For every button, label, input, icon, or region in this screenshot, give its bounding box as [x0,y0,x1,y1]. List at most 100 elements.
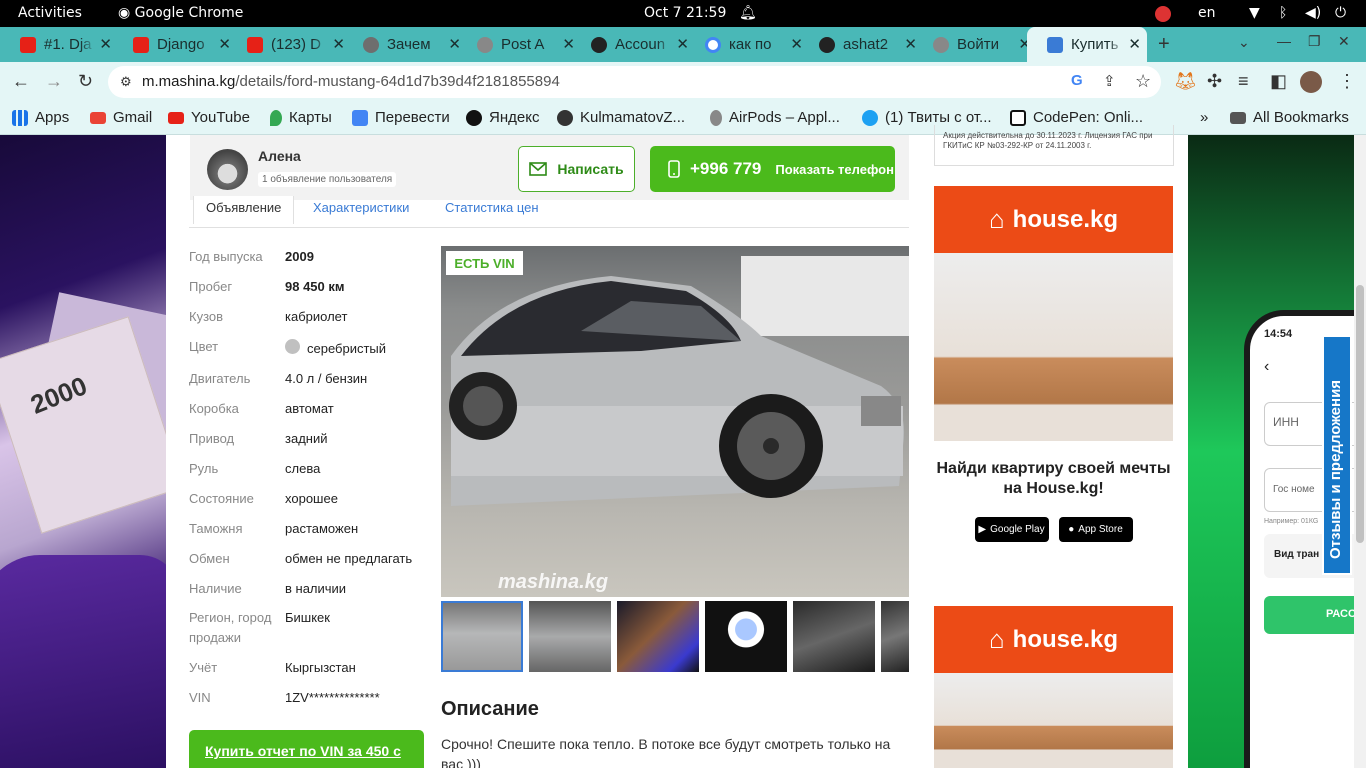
bookmark-apps[interactable]: Apps [12,109,69,126]
thumbnail-4[interactable] [705,601,787,672]
tab-listing[interactable]: Объявление [193,196,295,224]
yandex-icon [466,109,482,126]
tab-active-mashina[interactable]: Купить ✕ [1027,27,1147,62]
vin-badge: ЕСТЬ VIN [446,251,523,275]
thumbnail-5[interactable] [793,601,875,672]
write-message-button[interactable]: Написать [518,146,635,192]
chrome-app-menu[interactable]: ◉ Google Chrome [118,5,243,21]
tab-3[interactable]: (123) D ✕ [227,27,351,62]
bookmark-label: CodePen: Onli... [1033,109,1144,126]
activities-button[interactable]: Activities [18,5,82,21]
tab-8[interactable]: ashat2 ✕ [799,27,923,62]
tab-4[interactable]: Зачем ✕ [343,27,467,62]
new-tab-icon[interactable]: + [1158,33,1170,56]
site-info-icon[interactable]: ⚙ [120,74,132,90]
reading-list-icon[interactable]: ≡ [1238,71,1249,92]
feedback-tab[interactable]: Отзывы и предложения [1322,335,1352,575]
tab-price-stats[interactable]: Статистика цен [445,200,539,215]
tab-5[interactable]: Post A ✕ [457,27,581,62]
tab-fade [429,27,445,62]
color-swatch [285,339,300,354]
close-window-icon[interactable]: ✕ [1338,33,1350,50]
seller-avatar[interactable] [207,149,248,190]
forward-icon[interactable]: → [45,71,63,92]
clock[interactable]: Oct 7 21:59 [644,5,726,21]
bookmark-yandex[interactable]: Яндекс [466,109,539,126]
share-icon[interactable]: ⇪ [1103,72,1116,90]
close-tab-icon[interactable]: ✕ [99,35,112,53]
close-tab-icon[interactable]: ✕ [1128,35,1141,53]
reload-icon[interactable]: ↻ [78,71,93,92]
google-lens-icon[interactable]: G [1071,72,1083,89]
thumbnail-1[interactable] [441,601,523,672]
all-bookmarks-folder[interactable]: All Bookmarks [1230,109,1349,126]
bookmark-codepen[interactable]: CodePen: Onli... [1010,109,1143,126]
tab-6[interactable]: Accoun ✕ [571,27,695,62]
show-phone-button[interactable]: +996 779 Показать телефон [650,146,895,192]
bookmark-apple[interactable]: AirPods – Appl... [710,109,840,126]
bookmark-twitter[interactable]: (1) Твиты с от... [862,109,992,126]
bookmark-translate[interactable]: Перевести [352,109,450,126]
phone-number-prefix: +996 779 [690,159,762,178]
seller-listing-count[interactable]: 1 объявление пользователя [258,172,397,187]
thumbnail-3[interactable] [617,601,699,672]
profile-avatar[interactable] [1300,71,1322,93]
family-photo [934,253,1173,441]
apps-grid-icon [12,109,28,126]
tab-favicon-icon [20,36,36,53]
tab-1[interactable]: #1. Dja ✕ [0,27,118,62]
envelope-icon [529,162,548,176]
spec-value: Кыргызстан [285,660,356,675]
buy-vin-report-button[interactable]: Купить отчет по VIN за 450 с [189,730,424,768]
house-kg-brand: house.kg [1012,625,1119,653]
seller-name[interactable]: Алена [258,148,301,164]
house-kg-logo: ⌂ house.kg [934,606,1173,673]
house-kg-ad[interactable]: ⌂ house.kg Найди квартиру своей мечты на … [934,186,1173,586]
thumbnail-2[interactable] [529,601,611,672]
tab-title: как по [729,36,772,53]
chrome-menu-icon[interactable]: ⋮ [1338,71,1356,92]
url-text[interactable]: m.mashina.kg/details/ford-mustang-64d1d7… [142,73,560,90]
left-banner-ad[interactable]: 2000 [0,135,166,768]
house-kg-ad-2[interactable]: ⌂ house.kg [934,606,1173,768]
google-icon [705,36,721,53]
house-icon: ⌂ [988,204,1005,234]
tab-9[interactable]: Войти ✕ [913,27,1037,62]
tab-2[interactable]: Django ✕ [113,27,237,62]
language-indicator[interactable]: en [1198,5,1216,21]
bookmark-maps[interactable]: Карты [270,109,332,126]
tab-characteristics[interactable]: Характеристики [313,200,409,215]
metamask-icon[interactable]: 🦊︎ [1174,71,1197,92]
spec-key: Год выпуска [189,249,263,264]
bookmark-label: Gmail [113,109,153,126]
main-car-photo[interactable] [441,246,909,597]
page-scrollbar[interactable] [1354,135,1366,768]
side-panel-icon[interactable]: ◧ [1270,71,1287,92]
scrollbar-thumb[interactable] [1356,285,1364,543]
bookmark-gmail[interactable]: Gmail [90,109,152,126]
bookmarks-overflow-icon[interactable]: » [1200,109,1208,126]
back-icon[interactable]: ← [12,71,30,92]
spec-value: в наличии [285,581,347,596]
spec-key: VIN [189,690,211,705]
tab-7[interactable]: как по ✕ [685,27,809,62]
spec-key: Коробка [189,401,239,416]
tab-fade [771,27,787,62]
extensions-icon[interactable]: ✣ [1207,71,1222,92]
bookmark-star-icon[interactable]: ☆ [1135,71,1151,92]
spec-key: Обмен [189,551,230,566]
tab-search-icon[interactable]: ⌄ [1238,34,1250,51]
bookmark-youtube[interactable]: YouTube [168,109,250,126]
minimize-icon[interactable]: — [1277,33,1291,49]
app-store-label: App Store [1078,524,1123,535]
app-store-badge[interactable]: ● App Store [1058,517,1133,542]
restore-icon[interactable]: ❐ [1308,33,1321,50]
thumbnail-6[interactable] [881,601,909,672]
house-kg-logo: ⌂ house.kg [934,186,1173,253]
spec-key: Регион, город продажи [189,610,272,645]
bookmark-label: All Bookmarks [1253,109,1349,126]
bookmark-github[interactable]: KulmamatovZ... [557,109,685,126]
google-play-badge[interactable]: ▶ Google Play [974,517,1049,542]
spec-value: 1ZV************** [285,690,380,705]
bluetooth-icon: ᛒ [1279,5,1288,21]
